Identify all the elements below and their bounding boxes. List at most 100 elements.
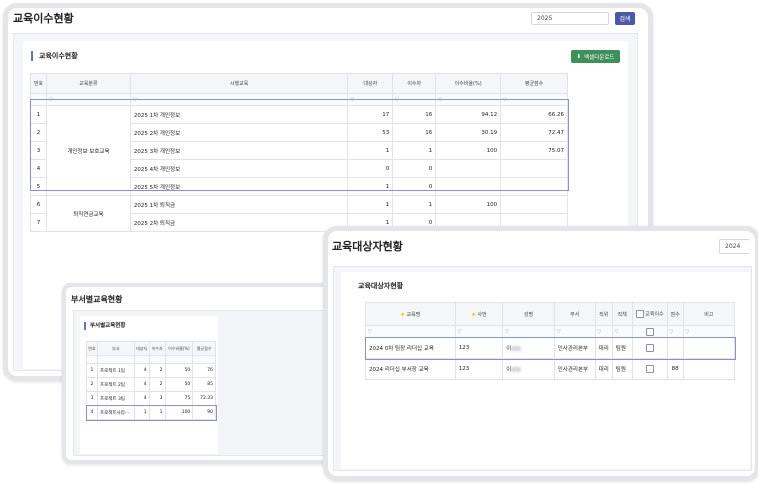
- row-no: 3: [30, 141, 47, 160]
- table-row[interactable]: 6 퇴직연금교육 2025 1차 퇴직금 1 1 100: [30, 195, 568, 232]
- filter-icon[interactable]: ▽: [500, 93, 568, 106]
- col-emp-no[interactable]: ★ 사번: [454, 302, 504, 326]
- target-cell: 53: [347, 123, 394, 142]
- score-cell: 76: [192, 363, 216, 378]
- table-row[interactable]: 2 프로젝트 2팀 4 2 50 85: [86, 377, 216, 392]
- filter-icon[interactable]: ▽: [553, 325, 596, 338]
- row-no: 3: [86, 391, 98, 406]
- year-input[interactable]: 2024: [719, 239, 750, 254]
- category-cell: 퇴직연금교육: [45, 195, 131, 232]
- done-cell: 2: [148, 377, 166, 392]
- rate-cell: 30.19: [435, 123, 502, 142]
- filter-cell[interactable]: [148, 355, 166, 364]
- role-cell: 팀원: [611, 337, 633, 359]
- filter-cell[interactable]: [96, 355, 135, 364]
- star-icon: ★: [400, 311, 405, 318]
- filter-icon[interactable]: ▽: [435, 93, 502, 106]
- score-cell: 85: [192, 377, 216, 392]
- filter-icon[interactable]: ▽: [454, 325, 504, 338]
- note-cell[interactable]: [682, 337, 736, 359]
- col-dept[interactable]: 부서: [96, 341, 135, 356]
- rate-cell: [435, 159, 502, 178]
- rate-cell: 100: [435, 141, 502, 160]
- filter-icon[interactable]: ▽: [347, 93, 394, 106]
- target-cell: 1: [347, 177, 394, 196]
- filter-icon[interactable]: ▽: [682, 325, 736, 338]
- target-cell: 1: [347, 141, 394, 160]
- filter-icon[interactable]: ▽: [666, 325, 684, 338]
- col-course[interactable]: 시행교육: [129, 73, 349, 94]
- col-rate[interactable]: 이수비율(%): [164, 341, 194, 356]
- col-no[interactable]: 번호: [30, 73, 47, 94]
- col-score[interactable]: 점수: [666, 302, 684, 326]
- filter-icon[interactable]: ▽: [611, 325, 633, 338]
- col-dept[interactable]: 부서: [553, 302, 596, 326]
- filter-icon[interactable]: ▽: [502, 325, 555, 338]
- col-position[interactable]: 직위: [594, 302, 613, 326]
- row-no: 1: [30, 105, 47, 124]
- col-target[interactable]: 대상자: [347, 73, 394, 94]
- col-target[interactable]: 대상자: [133, 341, 150, 356]
- completed-cell[interactable]: [631, 358, 668, 380]
- dept-cell: 인사관리본부: [553, 358, 596, 380]
- table-row[interactable]: 2024 리더십 부서장 교육 123 이 인사관리본부 대리 팀원 88: [365, 358, 736, 380]
- filter-icon[interactable]: ▽: [594, 325, 613, 338]
- rate-cell: [435, 177, 502, 196]
- search-button[interactable]: 검색: [615, 12, 635, 25]
- dept-cell: 인사관리본부: [553, 337, 596, 359]
- filter-cell: [30, 93, 47, 106]
- table-row[interactable]: 4 프로젝트사업··· 1 1 100 90: [85, 404, 217, 421]
- filter-cell[interactable]: [164, 355, 194, 364]
- filter-icon[interactable]: ▽: [45, 93, 131, 106]
- filter-cell[interactable]: [192, 355, 216, 364]
- target-cell: 0: [347, 159, 394, 178]
- course-cell: 2025 3차 개인정보: [129, 141, 349, 160]
- note-cell[interactable]: [682, 358, 736, 380]
- filter-icon[interactable]: ▽: [392, 93, 437, 106]
- emp-no-cell: 123: [454, 358, 504, 380]
- completed-checkbox[interactable]: [645, 365, 654, 373]
- filter-icon[interactable]: ▽: [365, 325, 456, 338]
- done-cell: 1: [392, 195, 437, 214]
- target-table: ★ 교육명 ★ 사번 성명 부서 직위 직책 교육이수 점수 비고 ▽ ▽ ▽ …: [364, 302, 736, 380]
- completed-cell[interactable]: [631, 337, 668, 359]
- col-category[interactable]: 교육분류: [45, 73, 131, 94]
- excel-download-button[interactable]: ⬇ 엑셀다운로드: [571, 50, 620, 63]
- excel-download-label: 엑셀다운로드: [584, 54, 615, 61]
- col-role[interactable]: 직책: [611, 302, 633, 326]
- col-no[interactable]: 번호: [86, 341, 98, 356]
- filter-cell[interactable]: [133, 355, 150, 364]
- filter-cell: [86, 355, 98, 364]
- table-row[interactable]: 2024 0차 팀장 리더십 교육 123 이 인사관리본부 대리 팀원: [364, 336, 736, 360]
- col-done[interactable]: 이수자: [392, 73, 437, 94]
- col-name[interactable]: 성명: [502, 302, 555, 326]
- col-note[interactable]: 비고: [682, 302, 736, 326]
- course-cell: 2025 1차 개인정보: [129, 105, 349, 124]
- col-completed[interactable]: 교육이수: [631, 302, 668, 326]
- select-all-checkbox[interactable]: [635, 310, 644, 318]
- filter-checkbox-cell[interactable]: [631, 325, 668, 338]
- row-no: 7: [30, 213, 47, 232]
- course-cell: 2025 1차 퇴직금: [129, 195, 349, 214]
- year-input[interactable]: 2025: [531, 12, 609, 25]
- col-rate[interactable]: 이수비율(%): [435, 73, 502, 94]
- score-cell: [666, 337, 684, 359]
- star-icon: ★: [471, 311, 476, 318]
- page-title: 교육이수현황: [13, 12, 74, 25]
- rate-cell: 94.12: [435, 105, 502, 124]
- col-score[interactable]: 평균점수: [192, 341, 216, 356]
- filter-icon[interactable]: ▽: [129, 93, 349, 106]
- rate-cell: 50: [164, 377, 194, 392]
- dept-cell: 프로젝트 1팀: [96, 363, 135, 378]
- col-done[interactable]: 이수자: [148, 341, 166, 356]
- row-no: 5: [30, 177, 47, 196]
- row-no: 2: [86, 377, 98, 392]
- col-course[interactable]: ★ 교육명: [365, 302, 456, 326]
- filter-checkbox[interactable]: [646, 327, 655, 336]
- table-row[interactable]: 3 프로젝트 3팀 4 3 75 72.33: [86, 391, 216, 406]
- col-score[interactable]: 평균점수: [500, 73, 568, 94]
- table-row[interactable]: 1 프로젝트 1팀 4 2 50 76: [86, 363, 216, 378]
- table-row[interactable]: 1 개인정보 보호교육 2025 1차 개인정보 17 16 94.12 66.…: [30, 105, 568, 196]
- completed-checkbox[interactable]: [645, 344, 654, 352]
- target-cell: 4: [133, 377, 150, 392]
